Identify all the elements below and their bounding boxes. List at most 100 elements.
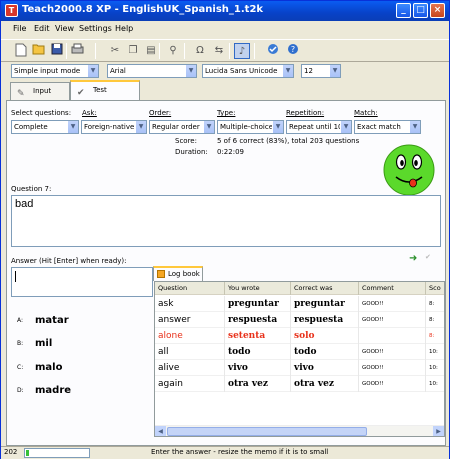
type-value: Multiple-choice -	[220, 123, 278, 131]
select-questions-label: Select questions:	[11, 109, 72, 117]
mode-tabs: ✎ Input ✔ Test	[6, 80, 449, 101]
option-a-letter: A:	[17, 317, 24, 324]
ask-label: Ask:	[82, 109, 97, 117]
omega-icon[interactable]: Ω	[192, 43, 208, 59]
status-bar: 202 Enter the answer - resize the memo i…	[1, 446, 449, 459]
table-row[interactable]: ask preguntar preguntar GOOD!! 8:	[155, 296, 444, 312]
window-title: Teach2000.8 XP - EnglishUK_Spanish_1.t2k	[22, 4, 264, 15]
chevron-down-icon[interactable]: ▼	[67, 121, 78, 133]
menu-edit[interactable]: Edit	[34, 24, 50, 33]
ask-select[interactable]: Foreign-native ▼	[81, 120, 147, 134]
answer-font-value: Lucida Sans Unicode	[205, 67, 278, 75]
swap-icon[interactable]: ⇆	[211, 43, 227, 59]
help-icon[interactable]: ?	[285, 43, 301, 59]
answer-font-select[interactable]: Lucida Sans Unicode ▼	[202, 64, 294, 78]
table-row-wrong[interactable]: alone setenta solo 8:	[155, 328, 444, 344]
chevron-down-icon[interactable]: ▼	[272, 121, 283, 133]
repetition-select[interactable]: Repeat until 100 ▼	[286, 120, 352, 134]
answer-label: Answer (Hit [Enter] when ready):	[11, 257, 127, 265]
open-folder-icon[interactable]	[31, 43, 47, 59]
toolbar-separator	[184, 43, 185, 59]
input-mode-value: Simple input mode	[14, 67, 81, 75]
save-icon[interactable]	[49, 43, 65, 59]
score-label: Score:	[175, 137, 197, 145]
match-select[interactable]: Exact match ▼	[354, 120, 421, 134]
cell-question: answer	[155, 312, 225, 328]
scroll-thumb[interactable]	[167, 427, 367, 436]
cell-you-wrote: todo	[225, 344, 291, 360]
option-d[interactable]: madre	[35, 385, 71, 396]
close-button[interactable]: ×	[430, 3, 445, 18]
cell-score: 8:	[429, 333, 435, 339]
grid-header: Question You wrote Correct was Comment S…	[155, 282, 444, 295]
table-row[interactable]: alive vivo vivo GOOD!! 10:	[155, 360, 444, 376]
check-icon[interactable]	[265, 43, 281, 59]
checklist-icon: ✔	[77, 88, 85, 98]
title-bar[interactable]: T Teach2000.8 XP - EnglishUK_Spanish_1.t…	[1, 1, 449, 21]
find-icon[interactable]: ⚲	[165, 43, 181, 59]
question-display: bad	[11, 195, 441, 247]
option-a[interactable]: matar	[35, 315, 69, 326]
tab-input[interactable]: ✎ Input	[10, 82, 70, 100]
column-header-correct-was[interactable]: Correct was	[291, 282, 359, 295]
scroll-left-icon[interactable]: ◀	[155, 426, 166, 436]
chevron-down-icon[interactable]: ▼	[135, 121, 146, 133]
tab-input-label: Input	[33, 87, 52, 95]
chevron-down-icon[interactable]: ▼	[329, 65, 340, 77]
column-header-comment[interactable]: Comment	[359, 282, 426, 295]
option-c[interactable]: malo	[35, 362, 62, 373]
copy-icon[interactable]: ❐	[125, 43, 141, 59]
chevron-down-icon[interactable]: ▼	[340, 121, 351, 133]
music-note-icon[interactable]: ♪	[234, 43, 250, 59]
chevron-down-icon[interactable]: ▼	[409, 121, 420, 133]
cell-score: 10:	[429, 381, 438, 387]
chevron-down-icon[interactable]: ▼	[185, 65, 196, 77]
tab-test[interactable]: ✔ Test	[70, 80, 140, 101]
cell-correct-was: todo	[291, 344, 359, 360]
table-row[interactable]: again otra vez otra vez GOOD!! 10:	[155, 376, 444, 392]
print-icon[interactable]	[69, 43, 85, 59]
column-header-question[interactable]: Question	[155, 282, 225, 295]
cell-question: alive	[155, 360, 225, 376]
chevron-down-icon[interactable]: ▼	[282, 65, 293, 77]
option-b[interactable]: mil	[35, 338, 52, 349]
menu-settings[interactable]: Settings	[79, 24, 112, 33]
font-size-select[interactable]: 12 ▼	[301, 64, 341, 78]
column-header-score[interactable]: Sco	[426, 282, 444, 295]
horizontal-scrollbar[interactable]: ◀ ▶	[155, 425, 444, 436]
cell-question: ask	[155, 296, 225, 312]
table-row[interactable]: answer respuesta respuesta GOOD!! 8:	[155, 312, 444, 328]
question-font-select[interactable]: Arial ▼	[107, 64, 197, 78]
menu-bar: File Edit View Settings Help	[1, 21, 449, 39]
chevron-down-icon[interactable]: ▼	[203, 121, 214, 133]
menu-help[interactable]: Help	[115, 24, 133, 33]
scroll-right-icon[interactable]: ▶	[433, 426, 444, 436]
cut-icon[interactable]: ✂	[107, 43, 123, 59]
next-arrow-icon[interactable]: ➜	[409, 253, 417, 264]
text-cursor	[15, 271, 16, 282]
minimize-button[interactable]: _	[396, 3, 411, 18]
type-select[interactable]: Multiple-choice - ▼	[217, 120, 284, 134]
tab-logbook[interactable]: Log book	[153, 266, 203, 281]
chevron-down-icon[interactable]: ▼	[87, 65, 98, 77]
format-toolbar: Simple input mode ▼ Arial ▼ Lucida Sans …	[1, 62, 449, 80]
input-mode-select[interactable]: Simple input mode ▼	[11, 64, 99, 78]
main-toolbar: ✂ ❐ ▤ ⚲ Ω ⇆ ♪ ?	[1, 39, 449, 62]
paste-icon[interactable]: ▤	[143, 43, 159, 59]
maximize-button[interactable]: □	[413, 3, 428, 18]
answer-input[interactable]	[11, 267, 153, 297]
toolbar-separator	[159, 43, 160, 59]
cell-you-wrote: otra vez	[225, 376, 291, 392]
type-label: Type:	[217, 109, 236, 117]
menu-view[interactable]: View	[55, 24, 74, 33]
new-file-icon[interactable]	[13, 43, 29, 59]
column-header-you-wrote[interactable]: You wrote	[225, 282, 291, 295]
select-questions-select[interactable]: Complete ▼	[11, 120, 79, 134]
menu-file[interactable]: File	[13, 24, 26, 33]
tab-test-label: Test	[93, 86, 107, 94]
font-size-value: 12	[304, 67, 313, 75]
option-b-letter: B:	[17, 340, 24, 347]
select-questions-value: Complete	[14, 123, 48, 131]
order-select[interactable]: Regular order ▼	[149, 120, 215, 134]
table-row[interactable]: all todo todo GOOD!! 10:	[155, 344, 444, 360]
